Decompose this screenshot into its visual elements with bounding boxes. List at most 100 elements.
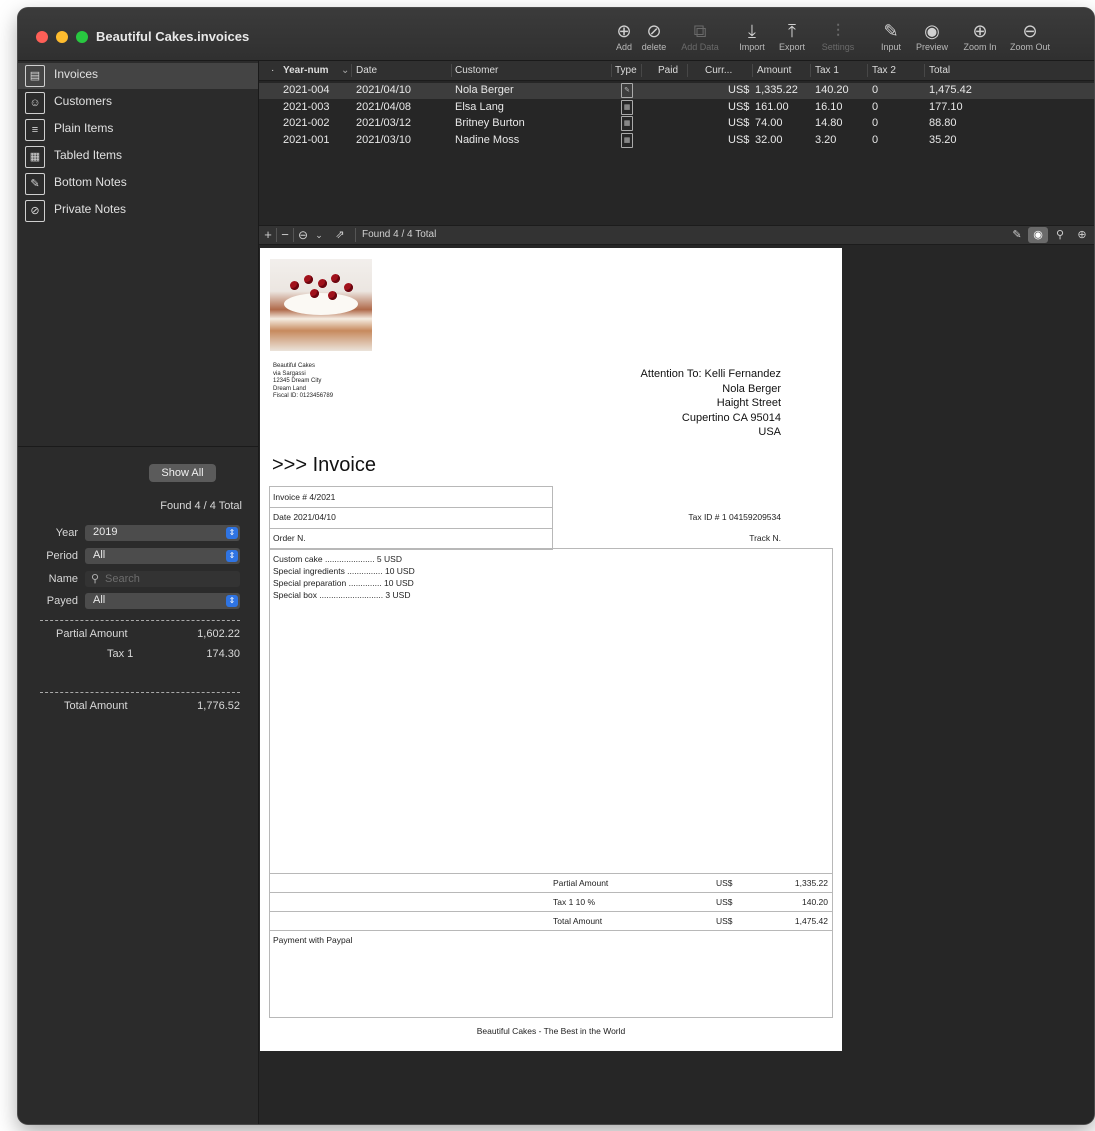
updown-arrows-icon: ⇕ [226, 527, 238, 539]
preview-mode-icon[interactable]: ◉ [1028, 227, 1048, 243]
col-amount[interactable]: Amount [757, 65, 791, 76]
table-row[interactable]: 2021-002 2021/03/12 Britney Burton US$ 74.00… [259, 116, 1094, 132]
partial-amount-value: 1,602.22 [197, 628, 240, 640]
table-row[interactable]: 2021-001 2021/03/10 Nadine Moss US$ 32.00 3.2… [259, 132, 1094, 149]
total-amount-label: Total Amount [64, 700, 128, 712]
table-row[interactable]: 2021-004 2021/04/10 Nola Berger US$ 1,335.22… [259, 83, 1094, 99]
zoom-window-button[interactable] [76, 31, 88, 43]
remove-row-button[interactable]: − [278, 227, 292, 243]
invoice-date: Date 2021/04/10 [273, 512, 336, 522]
cell-total: 1,475.42 [929, 84, 972, 96]
table-icon: ▦ [25, 146, 45, 168]
recipient-address: Attention To: Kelli Fernandez Nola Berge… [641, 367, 781, 440]
window-title: Beautiful Cakes.invoices [96, 29, 250, 44]
preview-tax-label: Tax 1 10 % [553, 897, 596, 907]
col-tax2[interactable]: Tax 2 [872, 65, 896, 76]
invoice-title: >>> Invoice [272, 454, 376, 476]
col-customer[interactable]: Customer [455, 65, 498, 76]
address-line: Dream Land [273, 385, 307, 392]
period-select[interactable]: All ⇕ [85, 548, 240, 564]
cell-tax2: 0 [872, 84, 879, 96]
sidebar-item-tabled-items[interactable]: ▦ Tabled Items [18, 144, 258, 170]
payed-label: Payed [46, 595, 78, 607]
add-row-button[interactable]: + [261, 227, 275, 243]
share-icon[interactable]: ⇗ [333, 227, 347, 243]
col-paid[interactable]: Paid [658, 65, 678, 76]
cell-year-num: 2021-002 [283, 117, 330, 129]
eye-icon: ◉ [924, 21, 940, 41]
bar-separator [293, 228, 294, 242]
export-icon: ⤒ [788, 21, 796, 41]
cell-amount: 74.00 [755, 117, 783, 129]
tax-row [269, 892, 833, 912]
cell-currency: US$ [728, 133, 750, 146]
payed-select[interactable]: All ⇕ [85, 593, 240, 609]
sidebar: ▤ Invoices ☺ Customers ≡ Plain Items ▦ Tabled I… [18, 61, 259, 1124]
show-all-button[interactable]: Show All [149, 464, 216, 482]
address-line: Fiscal ID: 0123456789 [273, 393, 334, 399]
preview-button[interactable]: ◉ Preview [907, 20, 957, 52]
sidebar-item-private-notes[interactable]: ⊘ Private Notes [18, 198, 258, 224]
year-select[interactable]: 2019 ⇕ [85, 525, 240, 541]
col-tax1[interactable]: Tax 1 [815, 65, 839, 76]
sidebar-item-plain-items[interactable]: ≡ Plain Items [18, 117, 258, 143]
partial-row [269, 873, 833, 893]
recipient-line: Attention To: Kelli Fernandez [640, 368, 781, 380]
col-type[interactable]: Type [615, 65, 637, 76]
cake-photo [270, 259, 372, 351]
toolbar-label: Export [778, 42, 805, 52]
tax-id: Tax ID # 1 04159209534 [688, 512, 781, 522]
export-button[interactable]: ⤒ Export [767, 20, 817, 52]
cake-cream-shape [284, 293, 358, 315]
sidebar-item-bottom-notes[interactable]: ✎ Bottom Notes [18, 171, 258, 197]
menu-chevron-icon[interactable]: ⌄ [313, 227, 325, 243]
cell-tax2: 0 [872, 100, 879, 113]
delete-button[interactable]: ⊘ delete [629, 20, 679, 52]
sidebar-item-invoices[interactable]: ▤ Invoices [18, 63, 258, 89]
col-total[interactable]: Total [929, 65, 950, 76]
edit-mode-icon[interactable]: ✎ [1007, 227, 1027, 243]
cell-tax2: 0 [872, 133, 879, 146]
partial-amount-label: Partial Amount [56, 628, 128, 640]
preview-tax-currency: US$ [716, 897, 733, 907]
found-count: Found 4 / 4 Total [160, 500, 242, 512]
table-row[interactable]: 2021-003 2021/04/08 Elsa Lang US$ 161.00 16.1… [259, 99, 1094, 116]
cell-tax2: 0 [872, 117, 879, 129]
tax1-value: 174.30 [206, 648, 240, 660]
name-search-input[interactable] [105, 571, 235, 587]
recipient-line: Nola Berger [722, 382, 781, 395]
zoom-out-button[interactable]: ⊖ Zoom Out [1005, 20, 1055, 52]
zoom-in-button[interactable]: ⊕ Zoom In [955, 20, 1005, 52]
close-window-button[interactable] [36, 31, 48, 43]
sidebar-divider [18, 446, 258, 447]
col-date[interactable]: Date [356, 65, 377, 76]
sidebar-item-customers[interactable]: ☺ Customers [18, 90, 258, 116]
plain-items-icon: ≡ [25, 119, 45, 141]
item-line: Special preparation .............. 10 US… [273, 578, 414, 588]
action-menu-icon[interactable]: ⊖ [295, 227, 311, 243]
col-currency[interactable]: Curr... [705, 65, 732, 76]
col-year-num[interactable]: Year-num [283, 65, 329, 76]
company-address: Beautiful Cakes via Sargassi 12345 Dream… [273, 363, 333, 401]
order-box [269, 528, 553, 550]
minimize-window-button[interactable] [56, 31, 68, 43]
payment-note: Payment with Paypal [273, 935, 353, 945]
settings-button[interactable]: ⫶ Settings [813, 20, 863, 52]
total-row [269, 911, 833, 931]
name-search-field[interactable]: ⚲ [85, 571, 240, 587]
preview-total-label: Total Amount [553, 916, 603, 926]
zoom-in-small-icon[interactable]: ⊕ [1072, 227, 1092, 243]
sidebar-item-label: Bottom Notes [54, 175, 127, 189]
sliders-icon: ⫶ [835, 21, 841, 41]
column-separator [810, 64, 811, 77]
cell-customer: Britney Burton [455, 117, 525, 129]
table-found-count: Found 4 / 4 Total [362, 229, 437, 240]
cell-date: 2021/04/08 [356, 100, 412, 113]
zoom-out-small-icon[interactable]: ⚲ [1050, 227, 1070, 243]
total-amount-value: 1,776.52 [197, 700, 240, 712]
cherry-shape [328, 291, 337, 300]
invoice-icon: ▤ [25, 65, 45, 87]
add-data-button[interactable]: ⧉ Add Data [675, 20, 725, 52]
column-separator [687, 64, 688, 77]
column-separator [451, 64, 452, 77]
